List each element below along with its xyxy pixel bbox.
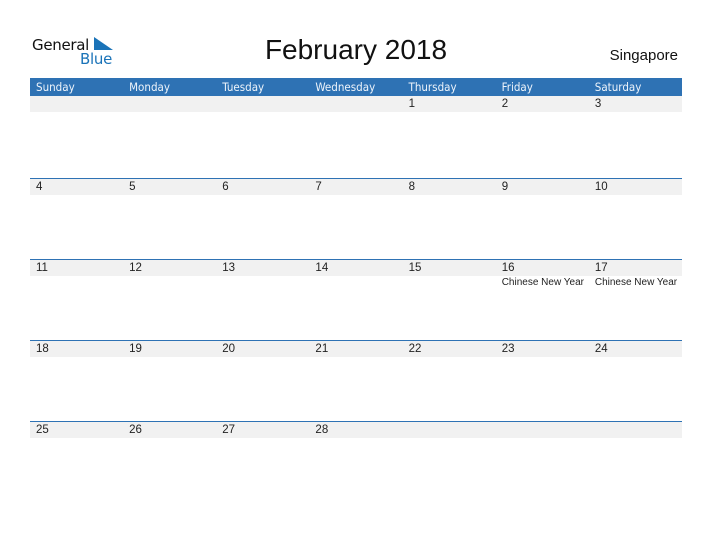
day-number: 14 bbox=[315, 262, 329, 274]
day-cell bbox=[403, 422, 496, 503]
day-number: 6 bbox=[222, 181, 229, 193]
calendar-week-row: 1 2 3 bbox=[30, 96, 682, 177]
day-number: 24 bbox=[594, 343, 608, 355]
holiday-event: Chinese New Year bbox=[594, 277, 678, 288]
day-cell: 26 bbox=[123, 422, 216, 503]
day-cell: 21 bbox=[309, 341, 402, 422]
day-cell: 25 bbox=[30, 422, 123, 503]
day-cell: 9 bbox=[496, 179, 589, 260]
weekday-sunday: Sunday bbox=[36, 80, 75, 94]
day-number: 3 bbox=[594, 98, 602, 110]
weekday-header: Sunday Monday Tuesday Wednesday Thursday… bbox=[30, 78, 682, 96]
day-cell: 16 Chinese New Year bbox=[496, 260, 589, 341]
day-number: 19 bbox=[129, 343, 142, 355]
day-cell: 13 bbox=[216, 260, 309, 341]
calendar-week-row: 25 26 27 28 bbox=[30, 421, 682, 503]
day-cell: 11 bbox=[30, 260, 123, 341]
page-title: February 2018 bbox=[264, 34, 448, 65]
day-cell bbox=[309, 96, 402, 177]
day-cell: 23 bbox=[496, 341, 589, 422]
day-number: 2 bbox=[501, 98, 509, 110]
day-cell: 10 bbox=[589, 179, 682, 260]
day-number: 8 bbox=[408, 181, 415, 193]
day-cell: 7 bbox=[309, 179, 402, 260]
day-cell: 5 bbox=[123, 179, 216, 260]
day-cell: 15 bbox=[403, 260, 496, 341]
day-cell: 27 bbox=[216, 422, 309, 503]
day-cell: 22 bbox=[403, 341, 496, 422]
day-number: 11 bbox=[36, 262, 48, 274]
day-cell: 3 bbox=[589, 96, 682, 177]
day-number: 7 bbox=[315, 181, 322, 193]
day-number: 1 bbox=[408, 98, 415, 110]
day-number: 28 bbox=[315, 424, 329, 436]
day-cell: 18 bbox=[30, 341, 123, 422]
day-cell bbox=[216, 96, 309, 177]
day-cell: 6 bbox=[216, 179, 309, 260]
day-number: 10 bbox=[594, 181, 608, 193]
day-number: 25 bbox=[36, 424, 49, 436]
weekday-friday: Friday bbox=[501, 80, 533, 94]
calendar-week-row: 4 5 6 7 8 9 10 bbox=[30, 178, 682, 260]
day-cell: 14 bbox=[309, 260, 402, 341]
day-number: 15 bbox=[408, 262, 422, 274]
day-number: 27 bbox=[222, 424, 236, 436]
day-number: 21 bbox=[315, 343, 329, 355]
day-number: 22 bbox=[408, 343, 422, 355]
day-cell: 24 bbox=[589, 341, 682, 422]
calendar-week-row: 11 12 13 14 15 16 Chinese New Year 17 Chinese Ne… bbox=[30, 259, 682, 341]
day-cell bbox=[123, 96, 216, 177]
weekday-thursday: Thursday bbox=[408, 80, 457, 94]
weekday-tuesday: Tuesday bbox=[222, 80, 265, 94]
day-number: 5 bbox=[129, 181, 136, 193]
weekday-monday: Monday bbox=[129, 80, 170, 94]
calendar-week-row: 18 19 20 21 22 23 24 bbox=[30, 340, 682, 422]
day-cell bbox=[589, 422, 682, 503]
day-cell: 2 bbox=[496, 96, 589, 177]
day-number: 12 bbox=[129, 262, 142, 274]
day-number: 4 bbox=[36, 181, 43, 193]
day-cell: 8 bbox=[403, 179, 496, 260]
day-number: 18 bbox=[36, 343, 49, 355]
day-number: 26 bbox=[129, 424, 142, 436]
day-number: 23 bbox=[501, 343, 515, 355]
day-number: 9 bbox=[501, 181, 509, 193]
holiday-event: Chinese New Year bbox=[501, 277, 584, 288]
day-number: 13 bbox=[222, 262, 236, 274]
country-label: Singapore bbox=[609, 47, 678, 64]
day-number: 16 bbox=[501, 262, 515, 274]
weekday-wednesday: Wednesday bbox=[315, 80, 376, 94]
day-cell: 28 bbox=[309, 422, 402, 503]
day-cell: 20 bbox=[216, 341, 309, 422]
day-cell: 4 bbox=[30, 179, 123, 260]
day-cell: 1 bbox=[403, 96, 496, 177]
day-cell bbox=[30, 96, 123, 177]
weekday-saturday: Saturday bbox=[594, 80, 642, 94]
day-number: 17 bbox=[594, 262, 608, 274]
day-number: 20 bbox=[222, 343, 236, 355]
day-cell: 19 bbox=[123, 341, 216, 422]
day-cell bbox=[496, 422, 589, 503]
day-cell: 17 Chinese New Year bbox=[589, 260, 682, 341]
day-cell: 12 bbox=[123, 260, 216, 341]
